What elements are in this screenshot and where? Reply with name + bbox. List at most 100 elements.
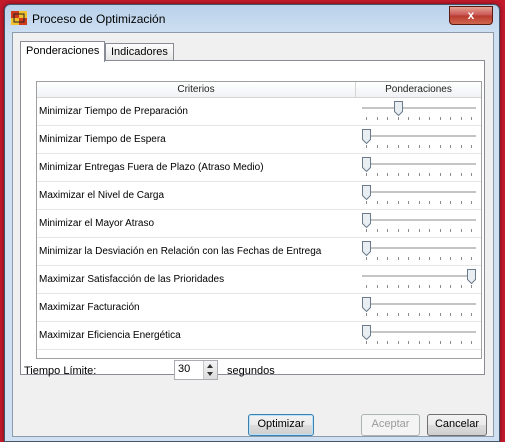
slider-tick xyxy=(471,117,472,120)
slider-tick xyxy=(408,257,409,260)
weight-slider[interactable] xyxy=(362,266,476,292)
table-row: Minimizar la Desviación en Relación con … xyxy=(37,238,481,266)
tab-ponderaciones[interactable]: Ponderaciones xyxy=(20,41,106,62)
slider-tick xyxy=(398,341,399,344)
slider-track[interactable] xyxy=(362,247,476,250)
slider-thumb[interactable] xyxy=(362,325,371,340)
slider-tick xyxy=(471,229,472,232)
slider-tick xyxy=(429,341,430,344)
slider-tick xyxy=(398,201,399,204)
slider-tick xyxy=(377,341,378,344)
slider-tick xyxy=(450,145,451,148)
slider-track[interactable] xyxy=(362,303,476,306)
slider-thumb[interactable] xyxy=(362,297,371,312)
dialog-window: Proceso de Optimización x Ponderaciones … xyxy=(4,4,500,442)
slider-tick xyxy=(471,341,472,344)
slider-track[interactable] xyxy=(362,331,476,334)
slider-thumb[interactable] xyxy=(362,213,371,228)
weight-slider[interactable] xyxy=(362,182,476,208)
tab-indicadores[interactable]: Indicadores xyxy=(105,43,174,61)
slider-tick xyxy=(366,313,367,316)
slider-tick xyxy=(408,229,409,232)
weight-slider[interactable] xyxy=(362,126,476,152)
slider-tick xyxy=(408,313,409,316)
dialog-client-area: Ponderaciones Indicadores Criterios Pond… xyxy=(12,32,494,437)
close-icon: x xyxy=(467,8,475,22)
slider-tick xyxy=(419,173,420,176)
slider-tick xyxy=(429,229,430,232)
slider-tick xyxy=(429,313,430,316)
slider-tick xyxy=(419,117,420,120)
title-bar[interactable]: Proceso de Optimización x xyxy=(5,5,499,31)
time-limit-spinner[interactable]: 30 xyxy=(174,360,218,380)
spinner-down-icon[interactable] xyxy=(207,372,213,376)
column-header-criterios[interactable]: Criterios xyxy=(37,82,356,97)
slider-tick xyxy=(471,257,472,260)
slider-tick xyxy=(419,229,420,232)
slider-tick xyxy=(387,257,388,260)
slider-track[interactable] xyxy=(362,275,476,278)
optimize-button[interactable]: Optimizar xyxy=(248,414,314,436)
slider-tick xyxy=(429,173,430,176)
slider-track[interactable] xyxy=(362,191,476,194)
slider-tick xyxy=(387,313,388,316)
slider-track[interactable] xyxy=(362,219,476,222)
slider-tick xyxy=(408,201,409,204)
slider-tick xyxy=(419,145,420,148)
slider-track[interactable] xyxy=(362,107,476,110)
weight-slider[interactable] xyxy=(362,98,476,124)
slider-tick xyxy=(387,173,388,176)
weight-slider[interactable] xyxy=(362,322,476,348)
slider-tick xyxy=(429,285,430,288)
slider-tick xyxy=(461,257,462,260)
slider-tick xyxy=(461,145,462,148)
criterion-label: Maximizar el Nivel de Carga xyxy=(39,190,165,201)
slider-tick xyxy=(408,173,409,176)
slider-tick xyxy=(377,117,378,120)
criterion-label: Maximizar Satisfacción de las Prioridade… xyxy=(39,274,225,285)
cancel-button[interactable]: Cancelar xyxy=(427,414,487,436)
column-header-ponderaciones[interactable]: Ponderaciones xyxy=(356,82,481,97)
slider-thumb[interactable] xyxy=(394,101,403,116)
weight-slider[interactable] xyxy=(362,154,476,180)
slider-tick xyxy=(450,173,451,176)
slider-tick xyxy=(408,117,409,120)
slider-tick xyxy=(377,145,378,148)
weight-slider[interactable] xyxy=(362,238,476,264)
criterion-label: Minimizar Tiempo de Preparación xyxy=(39,106,188,117)
slider-thumb[interactable] xyxy=(362,129,371,144)
slider-thumb[interactable] xyxy=(467,269,476,284)
slider-tick xyxy=(408,145,409,148)
slider-tick xyxy=(450,313,451,316)
slider-tick xyxy=(461,117,462,120)
slider-track[interactable] xyxy=(362,135,476,138)
slider-tick xyxy=(387,229,388,232)
time-limit-value[interactable]: 30 xyxy=(178,363,190,375)
spinner-up-icon[interactable] xyxy=(207,364,213,368)
slider-tick xyxy=(450,229,451,232)
slider-tick xyxy=(471,201,472,204)
slider-tick xyxy=(398,173,399,176)
table-row: Minimizar Tiempo de Preparación xyxy=(37,98,481,126)
slider-tick xyxy=(387,341,388,344)
slider-thumb[interactable] xyxy=(362,157,371,172)
slider-tick xyxy=(450,341,451,344)
slider-tick xyxy=(387,201,388,204)
criterion-label: Minimizar la Desviación en Relación con … xyxy=(39,246,322,257)
slider-thumb[interactable] xyxy=(362,185,371,200)
close-button[interactable]: x xyxy=(449,6,493,25)
slider-tick xyxy=(440,341,441,344)
weight-slider[interactable] xyxy=(362,210,476,236)
slider-track[interactable] xyxy=(362,163,476,166)
slider-tick xyxy=(461,173,462,176)
table-row: Minimizar Tiempo de Espera xyxy=(37,126,481,154)
weight-slider[interactable] xyxy=(362,294,476,320)
table-row: Maximizar Satisfacción de las Prioridade… xyxy=(37,266,481,294)
slider-tick xyxy=(387,117,388,120)
slider-thumb[interactable] xyxy=(362,241,371,256)
accept-button[interactable]: Aceptar xyxy=(361,414,420,436)
slider-tick xyxy=(440,173,441,176)
slider-tick xyxy=(450,285,451,288)
slider-tick xyxy=(471,145,472,148)
slider-tick xyxy=(377,285,378,288)
